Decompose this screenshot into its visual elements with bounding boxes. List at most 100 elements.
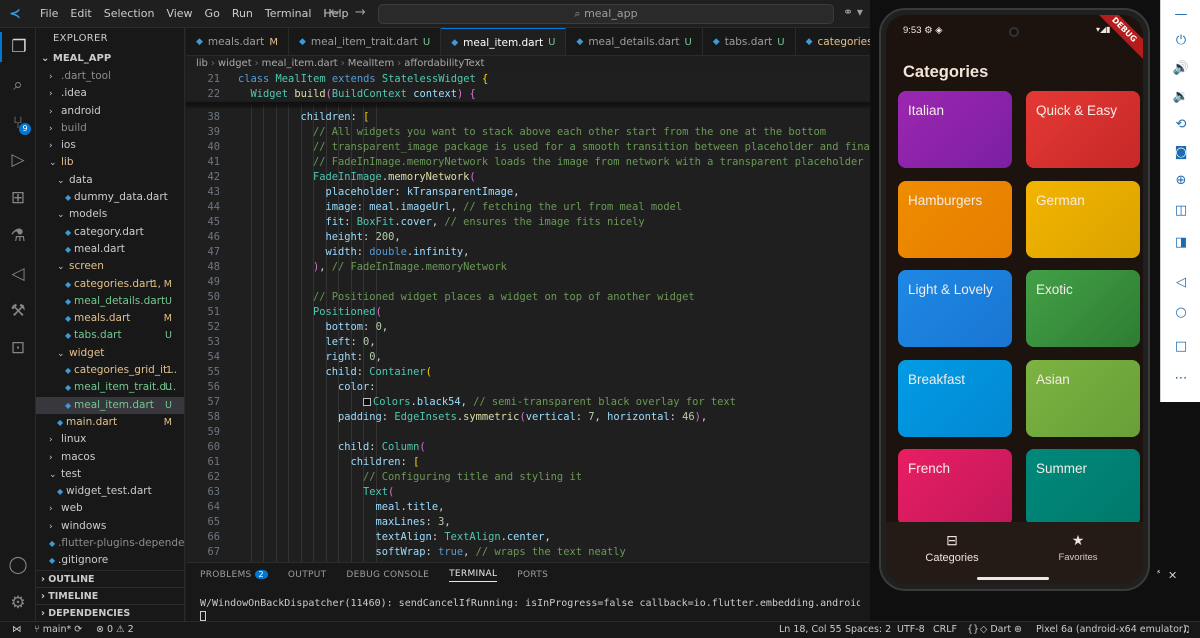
code-line[interactable]: 57 Colors.black54, // semi-transparent bl… — [186, 395, 870, 410]
menu-edit[interactable]: Edit — [64, 7, 97, 20]
menu-terminal[interactable]: Terminal — [259, 7, 318, 20]
tree-item[interactable]: › web — [36, 500, 184, 517]
zoom-icon[interactable]: ⊕ — [1161, 168, 1200, 192]
cursor-position[interactable]: Ln 18, Col 55 — [779, 624, 842, 635]
flutter-icon[interactable]: ◁ — [0, 259, 36, 289]
line-ending[interactable]: CRLF — [933, 624, 957, 635]
category-tile[interactable]: German — [1026, 180, 1140, 258]
code-line[interactable]: 47 width: double.infinity, — [186, 245, 870, 260]
menu-file[interactable]: File — [34, 7, 64, 20]
code-line[interactable]: 41 // FadeInImage.memoryNetwork loads the… — [186, 155, 870, 170]
tree-item[interactable]: › build — [36, 120, 184, 137]
panel-tab-output[interactable]: OUTPUT — [288, 570, 326, 580]
forward-arrow-icon[interactable]: → — [355, 5, 366, 20]
copilot-icon[interactable]: ⚭ ▾ — [843, 5, 863, 19]
notifications-icon[interactable]: ♫ — [1182, 624, 1191, 635]
tree-item[interactable]: › .idea — [36, 85, 184, 102]
panel-tab-debug-console[interactable]: DEBUG CONSOLE — [346, 570, 429, 580]
tree-item[interactable]: › macos — [36, 449, 184, 466]
manage-gear-icon[interactable]: ⚙ — [0, 588, 36, 618]
tree-item[interactable]: ◆ .flutter-plugins-depende... — [36, 535, 184, 552]
editor-tab[interactable]: ◆ categories.c — [796, 28, 870, 55]
breadcrumb-item[interactable]: affordabilityText — [404, 58, 484, 69]
tools-icon[interactable]: ⚒ — [0, 296, 36, 326]
code-line[interactable]: 44 image: meal.imageUrl, // fetching the … — [186, 200, 870, 215]
close-panel-icon[interactable]: ✕ — [1168, 569, 1177, 582]
code-line[interactable]: 58 padding: EdgeInsets.symmetric(vertical… — [186, 410, 870, 425]
code-line[interactable]: 43 placeholder: kTransparentImage, — [186, 185, 870, 200]
code-line[interactable]: 54 right: 0, — [186, 350, 870, 365]
category-tile[interactable]: Quick & Easy — [1026, 91, 1140, 168]
code-editor[interactable]: 38 children: [39 // All widgets you want t… — [186, 72, 870, 562]
menu-run[interactable]: Run — [226, 7, 259, 20]
tree-item[interactable]: ⌄ lib — [36, 154, 184, 171]
panel-tab-ports[interactable]: PORTS — [517, 570, 548, 580]
category-tile[interactable]: Breakfast — [898, 359, 1012, 437]
breadcrumb-item[interactable]: MealItem — [348, 58, 394, 69]
category-tile[interactable]: Asian — [1026, 359, 1140, 437]
menu-go[interactable]: Go — [199, 7, 226, 20]
problems-indicator[interactable]: ⊗ 0 ⚠ 2 — [96, 624, 134, 635]
back-triangle-icon[interactable]: ◁ — [1161, 270, 1200, 294]
code-line[interactable]: 46 height: 200, — [186, 230, 870, 245]
volume-up-icon[interactable]: 🔊 — [1161, 56, 1200, 80]
tree-item[interactable]: ◆ categories.dart 1, M — [36, 276, 184, 293]
breadcrumb-item[interactable]: meal_item.dart — [262, 58, 338, 69]
volume-down-icon[interactable]: 🔉 — [1161, 84, 1200, 108]
rotate-left-icon[interactable]: ⟲ — [1161, 112, 1200, 136]
code-line[interactable]: 48), // FadeInImage.memoryNetwork — [186, 260, 870, 275]
explorer-icon[interactable]: ❐ — [0, 32, 36, 62]
code-line[interactable]: 59 — [186, 425, 870, 440]
tree-item[interactable]: › android — [36, 103, 184, 120]
code-line[interactable]: 52 bottom: 0, — [186, 320, 870, 335]
workspace-root[interactable]: ⌄ MEAL_APP — [36, 50, 184, 68]
devtools-icon[interactable]: ⊛ — [1014, 624, 1022, 635]
language-mode[interactable]: ◇ Dart — [980, 624, 1011, 635]
code-line[interactable]: 53 left: 0, — [186, 335, 870, 350]
tree-item[interactable]: ◆ main.dart M — [36, 414, 184, 431]
overview-square-icon[interactable]: □ — [1161, 334, 1200, 358]
nav-item-categories[interactable]: ⊟ Categories — [892, 532, 1012, 564]
code-line[interactable]: 21 class MealItem extends StatelessWidget… — [186, 72, 870, 87]
code-line[interactable]: 65 maxLines: 3, — [186, 515, 870, 530]
extensions-icon[interactable]: ⊞ — [0, 183, 36, 213]
category-tile[interactable]: Exotic — [1026, 270, 1140, 347]
tree-item[interactable]: ⌄ test — [36, 466, 184, 483]
panel-tab-problems[interactable]: PROBLEMS 2 — [200, 570, 268, 580]
code-line[interactable]: 63 Text( — [186, 485, 870, 500]
more-icon[interactable]: ⋯ — [1161, 366, 1200, 390]
device-selector[interactable]: Pixel 6a (android-x64 emulator) — [1036, 624, 1187, 635]
tree-item[interactable]: › windows — [36, 518, 184, 535]
branch-indicator[interactable]: ⑂ main* ⟳ — [34, 624, 82, 635]
breadcrumb-item[interactable]: lib — [196, 58, 208, 69]
home-gesture-pill[interactable] — [977, 577, 1049, 580]
encoding[interactable]: UTF-8 — [897, 624, 925, 635]
source-control-icon[interactable]: ⑂ 9 — [0, 108, 36, 138]
tree-item[interactable]: ⌄ widget — [36, 345, 184, 362]
back-arrow-icon[interactable]: ← — [330, 5, 341, 20]
home-circle-icon[interactable]: ○ — [1161, 300, 1200, 324]
code-line[interactable]: 38 children: [ — [186, 110, 870, 125]
code-line[interactable]: 56 color: — [186, 380, 870, 395]
fold-icon[interactable]: ◫ — [1161, 198, 1200, 222]
tree-item[interactable]: ◆ widget_test.dart — [36, 483, 184, 500]
category-tile[interactable]: Italian — [898, 91, 1012, 168]
tree-item[interactable]: ◆ tabs.dart U — [36, 327, 184, 344]
remote-icon[interactable]: ⋈ — [12, 624, 22, 635]
menu-view[interactable]: View — [160, 7, 198, 20]
code-line[interactable]: 67 softWrap: true, // wraps the text neat… — [186, 545, 870, 560]
editor-tab[interactable]: ◆ meals.dart M — [186, 28, 289, 55]
code-line[interactable]: 45 fit: BoxFit.cover, // ensures the imag… — [186, 215, 870, 230]
section-outline[interactable]: › OUTLINE — [36, 570, 184, 587]
tree-item[interactable]: ⌄ data — [36, 172, 184, 189]
tree-item[interactable]: ◆ meal.dart — [36, 241, 184, 258]
power-icon[interactable]: ⏻ — [1161, 28, 1200, 52]
editor-tab[interactable]: ◆ meal_item.dart U — [441, 28, 567, 55]
code-line[interactable]: 61 children: [ — [186, 455, 870, 470]
tree-item[interactable]: › linux — [36, 431, 184, 448]
testing-icon[interactable]: ⚗ — [0, 221, 36, 251]
editor-tab[interactable]: ◆ meal_item_trait.dart U — [289, 28, 442, 55]
code-line[interactable]: 51 Positioned( — [186, 305, 870, 320]
section-dependencies[interactable]: › DEPENDENCIES — [36, 604, 184, 621]
code-line[interactable]: 60 child: Column( — [186, 440, 870, 455]
